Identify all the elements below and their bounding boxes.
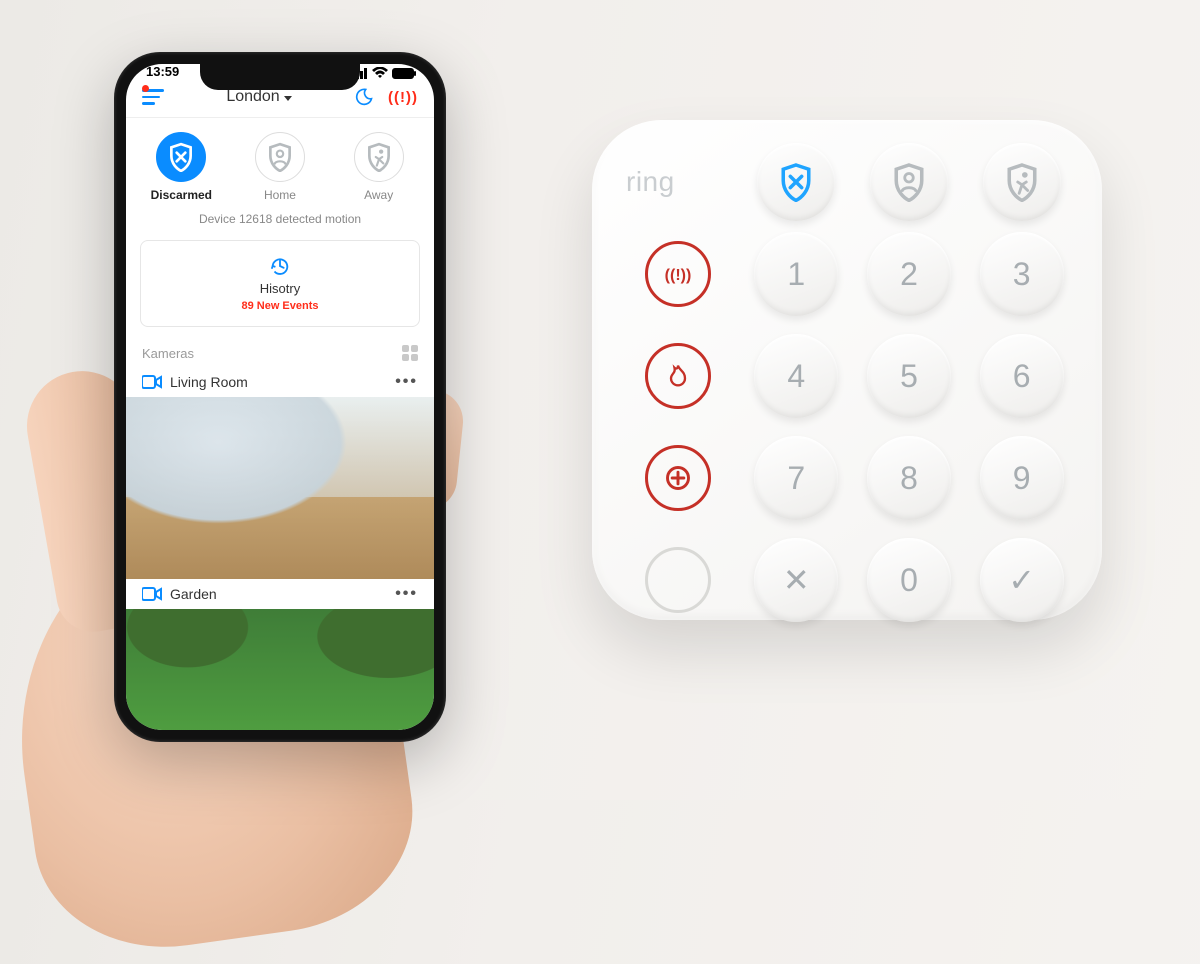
- camera-name: Garden: [170, 586, 217, 602]
- keypad-key-4[interactable]: 4: [754, 334, 838, 418]
- camera-icon: [142, 375, 162, 389]
- mode-home-label: Home: [264, 188, 296, 202]
- keypad-mode-away[interactable]: [983, 143, 1061, 221]
- cameras-section-header: Kameras: [126, 341, 434, 367]
- alarm-button[interactable]: ((!)): [388, 89, 418, 106]
- camera-name: Living Room: [170, 374, 248, 390]
- phone-notch: [200, 64, 360, 90]
- ring-keypad-device: ring ((!)) 1 2 3 4 5 6 7 8 9 ✕ 0 ✓: [592, 120, 1102, 620]
- wifi-icon: [372, 67, 388, 79]
- keypad-medical-button[interactable]: [645, 445, 711, 511]
- keypad-mode-disarm[interactable]: [757, 143, 835, 221]
- battery-icon: [392, 68, 414, 79]
- keypad-panic-button[interactable]: ((!)): [645, 241, 711, 307]
- history-icon: [269, 255, 291, 277]
- keypad-key-3[interactable]: 3: [980, 232, 1064, 316]
- keypad-key-9[interactable]: 9: [980, 436, 1064, 520]
- camera-preview-garden[interactable]: [126, 609, 434, 730]
- do-not-disturb-button[interactable]: [354, 87, 374, 107]
- keypad-key-2[interactable]: 2: [867, 232, 951, 316]
- alarm-mode-row: Discarmed Home Away: [126, 118, 434, 212]
- camera-icon: [142, 587, 162, 601]
- location-selector[interactable]: London: [226, 88, 291, 106]
- keypad-fire-button[interactable]: [645, 343, 711, 409]
- keypad-blank-button[interactable]: [645, 547, 711, 613]
- keypad-key-8[interactable]: 8: [867, 436, 951, 520]
- motion-status-text: Device 12618 detected motion: [126, 212, 434, 236]
- history-label: Hisotry: [260, 281, 300, 296]
- mode-home[interactable]: Home: [231, 132, 329, 202]
- shield-x-icon: [156, 132, 206, 182]
- grid-view-button[interactable]: [402, 345, 418, 361]
- camera-preview-living-room[interactable]: [126, 397, 434, 579]
- keypad-key-cancel[interactable]: ✕: [754, 538, 838, 622]
- history-events-count: 89 New Events: [241, 300, 318, 312]
- menu-button[interactable]: [142, 89, 164, 105]
- mode-away-label: Away: [364, 188, 393, 202]
- mode-disarmed-label: Discarmed: [151, 188, 212, 202]
- keypad-key-confirm[interactable]: ✓: [980, 538, 1064, 622]
- keypad-key-6[interactable]: 6: [980, 334, 1064, 418]
- phone-frame: 13:59 London: [114, 52, 446, 742]
- camera-more-button[interactable]: •••: [395, 373, 418, 391]
- camera-more-button[interactable]: •••: [395, 585, 418, 603]
- shield-person-icon: [255, 132, 305, 182]
- keypad-key-7[interactable]: 7: [754, 436, 838, 520]
- shield-running-icon: [354, 132, 404, 182]
- notification-dot-icon: [142, 85, 149, 92]
- camera-item-living-room[interactable]: Living Room •••: [126, 367, 434, 579]
- keypad-key-1[interactable]: 1: [754, 232, 838, 316]
- cameras-section-label: Kameras: [142, 346, 194, 361]
- status-time: 13:59: [146, 64, 179, 79]
- keypad-brand-label: ring: [626, 166, 675, 198]
- svg-text:((!)): ((!)): [665, 267, 692, 284]
- mode-disarmed[interactable]: Discarmed: [132, 132, 230, 202]
- history-card[interactable]: Hisotry 89 New Events: [140, 240, 420, 327]
- keypad-mode-home[interactable]: [870, 143, 948, 221]
- location-label: London: [226, 88, 279, 106]
- chevron-down-icon: [284, 96, 292, 101]
- keypad-key-0[interactable]: 0: [867, 538, 951, 622]
- camera-item-garden[interactable]: Garden •••: [126, 579, 434, 730]
- mode-away[interactable]: Away: [330, 132, 428, 202]
- keypad-key-5[interactable]: 5: [867, 334, 951, 418]
- phone-screen: 13:59 London: [126, 64, 434, 730]
